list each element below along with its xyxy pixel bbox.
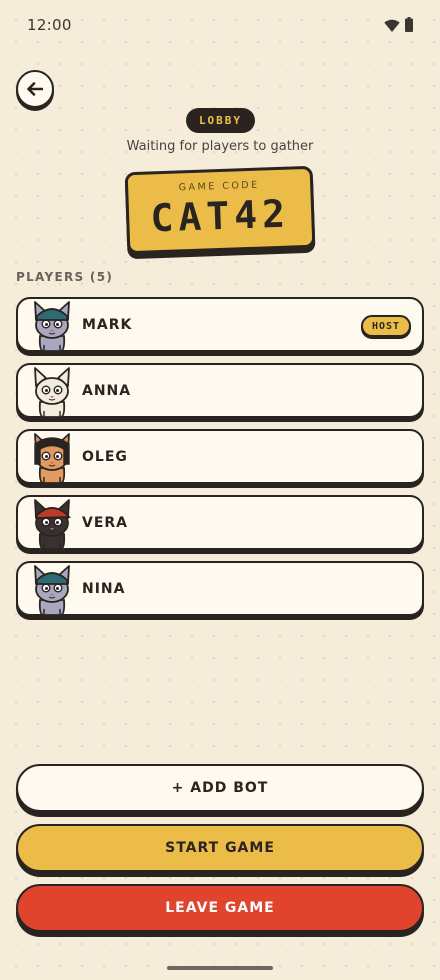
lobby-subtitle: Waiting for players to gather	[126, 139, 314, 154]
wifi-icon	[384, 19, 400, 32]
player-name: VERA	[82, 514, 129, 531]
arrow-left-icon	[27, 82, 43, 96]
status-bar: 12:00	[0, 0, 440, 50]
player-row[interactable]: MARK HOST	[16, 297, 424, 352]
player-row[interactable]: NINA	[16, 561, 424, 616]
game-code-value: CAT42	[149, 191, 291, 241]
cat-avatar-white-icon	[34, 367, 70, 418]
cat-avatar-gray-beanie-icon	[34, 565, 70, 616]
lobby-badge: LOBBY	[186, 108, 255, 133]
player-name: ANNA	[82, 382, 132, 399]
host-badge: HOST	[361, 315, 411, 337]
leave-game-button[interactable]: LEAVE GAME	[16, 884, 424, 932]
home-indicator[interactable]	[167, 966, 273, 970]
player-row[interactable]: VERA	[16, 495, 424, 550]
players-heading: PLAYERS (5)	[16, 270, 114, 284]
cat-avatar-orange-hood-icon	[34, 433, 70, 484]
player-name: MARK	[82, 316, 133, 333]
start-game-button[interactable]: START GAME	[16, 824, 424, 872]
cat-avatar-black-red-cap-icon	[34, 499, 72, 550]
status-time: 12:00	[27, 16, 72, 34]
battery-icon	[405, 17, 413, 32]
game-code-card[interactable]: GAME CODE CAT42	[124, 165, 316, 255]
back-button[interactable]	[16, 70, 54, 108]
player-name: OLEG	[82, 448, 128, 465]
player-row[interactable]: ANNA	[16, 363, 424, 418]
player-row[interactable]: OLEG	[16, 429, 424, 484]
cat-avatar-gray-beanie-icon	[34, 301, 70, 352]
add-bot-button[interactable]: + ADD BOT	[16, 764, 424, 812]
player-name: NINA	[82, 580, 126, 597]
